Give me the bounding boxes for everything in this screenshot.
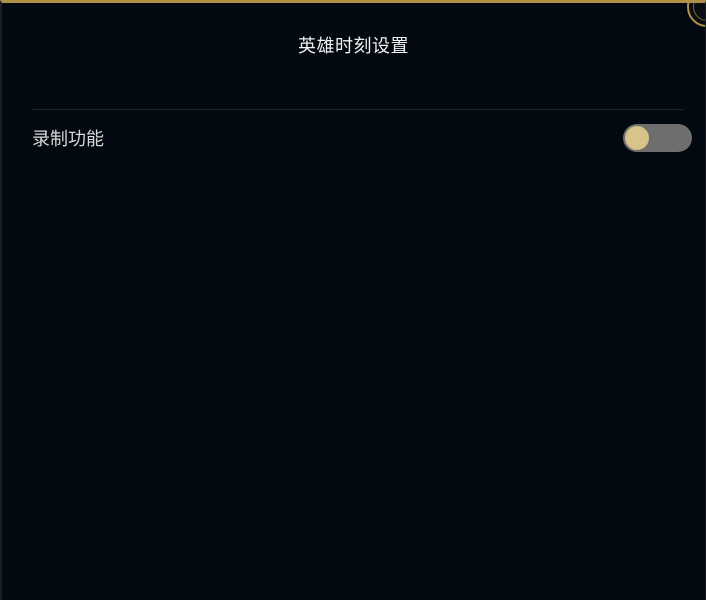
recording-label: 录制功能 — [32, 129, 104, 150]
toggle-knob — [625, 126, 649, 150]
settings-dialog: 英雄时刻设置 录制功能 — [0, 0, 706, 600]
dialog-title: 英雄时刻设置 — [298, 36, 409, 57]
recording-toggle[interactable] — [623, 124, 692, 152]
close-icon[interactable] — [687, 3, 705, 27]
setting-row-recording: 录制功能 — [32, 121, 692, 155]
divider — [32, 109, 684, 110]
